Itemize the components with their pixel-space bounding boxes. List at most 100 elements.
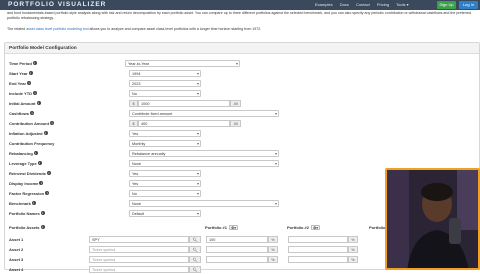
leverage-type-select[interactable]: None [129,160,279,167]
info-icon[interactable]: i [27,81,32,85]
contribution-amount-input[interactable]: 400 [138,120,230,127]
row-leverage-type: Leverage Type i None [5,160,480,168]
factor-regression-select[interactable]: No [129,190,201,197]
reinvest-dividends-select[interactable]: Yes [129,170,201,177]
display-income-select[interactable]: Yes [129,180,201,187]
row-include-ytd: Include YTD i No [5,90,480,98]
log-in-button[interactable]: Log In [459,1,478,9]
search-icon[interactable]: 🔍︎ [189,246,201,253]
initial-amount-input[interactable]: 1000 [138,100,230,107]
row-end-year: End Year i 2023 [5,80,480,88]
info-icon[interactable]: i [31,201,36,205]
brand-logo[interactable]: PORTFOLIO VISUALIZER [8,1,106,8]
asset-3-ticker-input[interactable]: Ticker symbol [89,256,189,263]
asset-class-tool-link[interactable]: asset class level portfolio modeling too… [26,27,88,31]
portfolio-2-settings-icon[interactable]: ⚙▾ [311,225,321,230]
currency-addon: $ [129,120,138,127]
percent-addon: % [348,256,358,263]
end-year-select[interactable]: 2023 [129,80,201,87]
asset-2-portfolio-2-alloc[interactable] [288,246,348,253]
search-icon[interactable]: 🔍︎ [189,256,201,263]
row-start-year: Start Year i 1994 [5,70,480,78]
field-label: Benchmark i [9,201,36,206]
row-initial-amount: Initial Amount i $ 1000 .00 [5,100,480,108]
info-icon[interactable]: i [32,61,37,65]
portfolio-names-select[interactable]: Default [129,210,201,217]
field-label: Initial Amount i [9,101,41,106]
asset-1-portfolio-1-alloc[interactable]: 100 [206,236,268,243]
portfolio-assets-label: Portfolio Assets i [9,225,45,230]
cents-addon: .00 [230,100,241,107]
info-icon[interactable]: i [37,161,42,165]
nav-link-examples[interactable]: Examples [315,2,333,7]
asset-1-portfolio-2-alloc[interactable] [288,236,348,243]
nav-link-docs[interactable]: Docs [340,2,349,7]
field-label: Start Year i [9,71,33,76]
asset-1-ticker-input[interactable]: SPY [89,236,189,243]
percent-addon: % [348,246,358,253]
field-label: Factor Regression i [9,191,50,196]
benchmark-select[interactable]: None [129,200,279,207]
percent-addon: % [268,236,278,243]
info-icon[interactable]: i [33,91,38,95]
info-icon[interactable]: i [50,121,55,125]
time-period-select[interactable]: Year-to-Year [125,60,240,67]
contribution-frequency-select[interactable]: Monthly [129,140,201,147]
currency-addon: $ [129,100,138,107]
asset-3-portfolio-2-alloc[interactable] [288,256,348,263]
info-icon[interactable]: i [45,191,50,195]
nav-link-tools[interactable]: Tools ▾ [396,2,408,7]
field-label: Contribution Amount i [9,121,55,126]
info-icon[interactable]: i [39,181,44,185]
row-rebalancing: Rebalancing i Rebalance annually [5,150,480,158]
info-icon[interactable]: i [40,211,45,215]
sign-up-button[interactable]: Sign Up [437,1,456,9]
nav-link-contact[interactable]: Contact [356,2,370,7]
include-ytd-select[interactable]: No [129,90,201,97]
info-icon[interactable]: i [40,225,45,229]
panel-title: Portfolio Model Configuration [9,46,77,51]
webcam-overlay [385,168,480,270]
cents-addon: .00 [230,120,241,127]
portfolio-1-settings-icon[interactable]: ⚙▾ [229,225,239,230]
asset-2-portfolio-1-alloc[interactable] [206,246,268,253]
percent-addon: % [268,246,278,253]
info-icon[interactable]: i [28,71,33,75]
start-year-select[interactable]: 1994 [129,70,201,77]
row-cashflows: Cashflows i Contribute fixed amount [5,110,480,118]
row-inflation-adjusted: Inflation Adjusted i Yes [5,130,480,138]
field-label: Portfolio Names i [9,211,45,216]
top-navbar: PORTFOLIO VISUALIZER Examples Docs Conta… [0,0,480,10]
field-label: Reinvest Dividends i [9,171,51,176]
info-icon[interactable]: i [33,151,38,155]
row-time-period: Time Period i Year-to-Year [5,60,480,68]
field-label: End Year i [9,81,32,86]
asset-3-portfolio-1-alloc[interactable] [206,256,268,263]
percent-addon: % [268,256,278,263]
cashflows-select[interactable]: Contribute fixed amount [129,110,279,117]
info-icon[interactable]: i [36,101,41,105]
row-contribution-amount: Contribution Amount i $ 400 .00 [5,120,480,128]
nav-links: Examples Docs Contact Pricing Tools ▾ [315,2,415,7]
intro-related-text: The related asset class level portfolio … [7,27,262,31]
field-label: Contribution Frequency [9,141,55,146]
info-icon[interactable]: i [43,131,48,135]
rebalancing-select[interactable]: Rebalance annually [129,150,279,157]
portfolio-1-header: Portfolio #1 ⚙▾ [205,225,239,230]
field-label: Rebalancing i [9,151,38,156]
field-label: Cashflows i [9,111,35,116]
field-label: Time Period i [9,61,37,66]
intro-text: and fund fundamentals-based portfolio st… [7,11,471,20]
portfolio-2-header: Portfolio #2 ⚙▾ [287,225,321,230]
panel-header: Portfolio Model Configuration [5,43,479,54]
info-icon[interactable]: i [30,111,35,115]
search-icon[interactable]: 🔍︎ [189,236,201,243]
field-label: Include YTD i [9,91,38,96]
inflation-adjusted-select[interactable]: Yes [129,130,201,137]
row-contribution-frequency: Contribution Frequency Monthly [5,140,480,148]
info-icon[interactable]: i [46,171,51,175]
percent-addon: % [348,236,358,243]
presenter-video-frame [387,170,478,268]
nav-link-pricing[interactable]: Pricing [377,2,389,7]
asset-2-ticker-input[interactable]: Ticker symbol [89,246,189,253]
